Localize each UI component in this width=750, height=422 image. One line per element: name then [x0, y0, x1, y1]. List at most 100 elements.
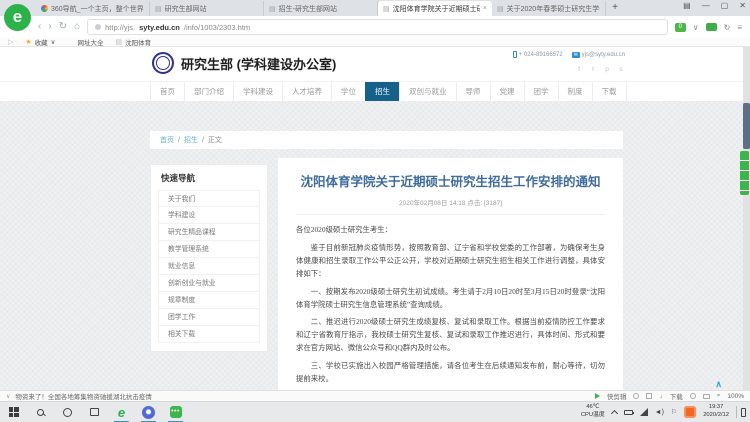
tab-grad-site[interactable]: ▤ 研究生部网站	[150, 1, 264, 16]
tab-stack-icon[interactable]: ▤	[683, 1, 691, 10]
back-to-top-icon[interactable]: ∧	[715, 379, 722, 390]
nav-rules[interactable]: 制度	[558, 82, 592, 101]
scrollbar-thumb[interactable]	[743, 103, 750, 149]
maximize-button[interactable]: ▢	[721, 1, 729, 10]
window-mode-icon[interactable]	[703, 394, 710, 399]
mail-icon: ✉	[572, 52, 580, 58]
taskbar-app-360-browser[interactable]	[135, 402, 162, 422]
nav-degree[interactable]: 学位	[331, 82, 365, 101]
url-path: /info/1003/2303.htm	[184, 23, 250, 32]
screenshot-icon[interactable]	[706, 23, 717, 31]
site-info-icon[interactable]	[95, 24, 101, 30]
clock-date: 2020/2/12	[703, 412, 729, 420]
tab-label: 沈阳体育学院关于近期硕士研究生	[393, 4, 480, 14]
sidebar-item-innovation[interactable]: 创新创业与就业	[158, 275, 260, 292]
minimize-button[interactable]: —	[702, 1, 710, 10]
page-scrollbar[interactable]	[743, 47, 750, 390]
sidebar-item-downloads[interactable]: 相关下载	[158, 326, 260, 343]
skype-icon[interactable]: s	[617, 66, 625, 74]
ie-browser-icon: e	[118, 405, 125, 420]
floating-sidebar-widget[interactable]	[740, 151, 749, 195]
tab-360-nav[interactable]: 360导航_一个主页，整个世界	[36, 1, 150, 16]
close-tab-icon[interactable]: ×	[483, 5, 487, 12]
extensions-dropdown-icon[interactable]: ∨	[693, 23, 699, 32]
site-header: 研究生部 (学科建设办公室) + 024-89166572 ✉ yjs@syty…	[0, 47, 743, 81]
adblock-badge-icon[interactable]: 0	[675, 23, 686, 32]
taskbar-clock[interactable]: 19:37 2020/2/12	[703, 404, 729, 419]
nav-home[interactable]: 首页	[150, 82, 184, 101]
battery-icon[interactable]	[624, 410, 633, 415]
ticker-chevron-icon[interactable]: ∨	[6, 393, 10, 400]
nav-league[interactable]: 团学	[524, 82, 558, 101]
address-bar-tools: 0 ∨ ↻ ≡	[675, 23, 742, 32]
site-brand[interactable]: 研究生部 (学科建设办公室)	[152, 52, 336, 74]
tab-notice-active[interactable]: ▤ 沈阳体育学院关于近期硕士研究生 ×	[378, 1, 492, 16]
quick-clip-label[interactable]: 快剪辑	[607, 391, 627, 401]
taskbar-search-button[interactable]	[27, 402, 54, 422]
nav-innovation[interactable]: 双创与就业	[399, 82, 456, 101]
pinterest-icon[interactable]: p	[603, 66, 611, 74]
zoom-level[interactable]: 100%	[727, 393, 744, 400]
browser-tab-bar: 360导航_一个主页，整个世界 ▤ 研究生部网站 ▤ 招生-研究生部网站 ▤ 沈…	[0, 0, 750, 16]
nav-discipline[interactable]: 学科建设	[233, 82, 282, 101]
expand-bookmarks-icon[interactable]: ▷	[8, 38, 13, 46]
back-button[interactable]: ‹	[38, 22, 41, 32]
security-flag-icon[interactable]: ⚐	[671, 408, 677, 416]
address-bar: ‹ › ↻ ⌂ http://yjs.syty.edu.cn/info/1003…	[0, 16, 750, 38]
speaker-icon[interactable]: ◄)	[655, 409, 664, 416]
nav-tutors[interactable]: 导师	[456, 82, 490, 101]
breadcrumb-section[interactable]: 招生	[184, 135, 198, 145]
favorites-label: 收藏	[35, 37, 48, 47]
new-tab-button[interactable]: +	[606, 1, 624, 16]
sidebar-item-employment-info[interactable]: 就业信息	[158, 258, 260, 275]
home-button[interactable]: ⌂	[74, 22, 80, 32]
proxy-icon[interactable]	[690, 393, 696, 399]
sidebar-item-courses[interactable]: 研究生精品课程	[158, 224, 260, 241]
note-icon[interactable]	[646, 393, 652, 399]
nav-training[interactable]: 人才培养	[282, 82, 331, 101]
antivirus-tray-icon[interactable]	[684, 406, 696, 418]
sidebar-item-about[interactable]: 关于我们	[158, 190, 260, 207]
sidebar-item-rules[interactable]: 规章制度	[158, 292, 260, 309]
cortana-button[interactable]	[54, 402, 81, 422]
notification-icon	[741, 408, 746, 417]
taskbar-app-browser-e[interactable]: e	[108, 402, 135, 422]
taskbar-app-chat[interactable]: •••	[162, 402, 189, 422]
page-favicon-icon: ▤	[497, 5, 504, 13]
favorites-button[interactable]: ★ 收藏 ∨	[25, 37, 55, 47]
twitter-icon[interactable]: t	[589, 66, 597, 74]
nav-admissions-active[interactable]: 招生	[365, 82, 399, 101]
task-view-button[interactable]	[81, 402, 108, 422]
facebook-icon[interactable]: f	[575, 66, 583, 74]
tab-admissions[interactable]: ▤ 招生-研究生部网站	[264, 1, 378, 16]
download-label[interactable]: 下载	[670, 391, 683, 401]
nav-party[interactable]: 党建	[490, 82, 524, 101]
close-button[interactable]: ✕	[739, 1, 746, 10]
url-input[interactable]: http://yjs.syty.edu.cn/info/1003/2303.ht…	[87, 19, 668, 35]
bookmark-page[interactable]: ▤ 沈阳体育	[115, 37, 151, 47]
network-icon[interactable]	[640, 408, 648, 416]
news-ticker[interactable]: 物资来了！全国各地筹集物资驰援湖北抗击疫情	[15, 391, 152, 401]
nav-about[interactable]: 部门介绍	[184, 82, 233, 101]
history-icon[interactable]: ↻	[724, 23, 731, 32]
browser-360-logo-icon[interactable]: e	[4, 4, 31, 31]
sidebar-item-teaching-system[interactable]: 教学管理系统	[158, 241, 260, 258]
sidebar-item-discipline[interactable]: 学科建设	[158, 207, 260, 224]
start-button[interactable]	[0, 402, 27, 422]
menu-icon[interactable]: ≡	[737, 23, 742, 32]
breadcrumb-home[interactable]: 首页	[160, 135, 174, 145]
sidebar-item-league-work[interactable]: 团学工作	[158, 309, 260, 326]
hidden-icons-chevron-icon[interactable]	[611, 409, 618, 416]
email-contact[interactable]: ✉ yjs@syty.edu.cn	[572, 52, 625, 58]
record-icon[interactable]	[633, 393, 639, 399]
forward-button[interactable]: ›	[48, 22, 51, 32]
bookmark-nav-site[interactable]: 网址大全	[67, 37, 103, 47]
phone-number: + 024-89166572	[519, 52, 563, 58]
nav-downloads[interactable]: 下载	[592, 82, 627, 101]
cpu-temperature[interactable]: 46℃ CPU温度	[581, 404, 605, 419]
tab-label: 360导航_一个主页，整个世界	[51, 4, 144, 14]
tab-degree-notice[interactable]: ▤ 关于2020年春季硕士研究生学位工	[492, 1, 606, 16]
refresh-button[interactable]: ↻	[59, 22, 67, 32]
notification-center-button[interactable]	[736, 406, 746, 418]
article-paragraph: 三、学校已实施出入校园严格管理措施，请各位考生在后续通知发布前，耐心等待，切勿提…	[296, 360, 605, 386]
